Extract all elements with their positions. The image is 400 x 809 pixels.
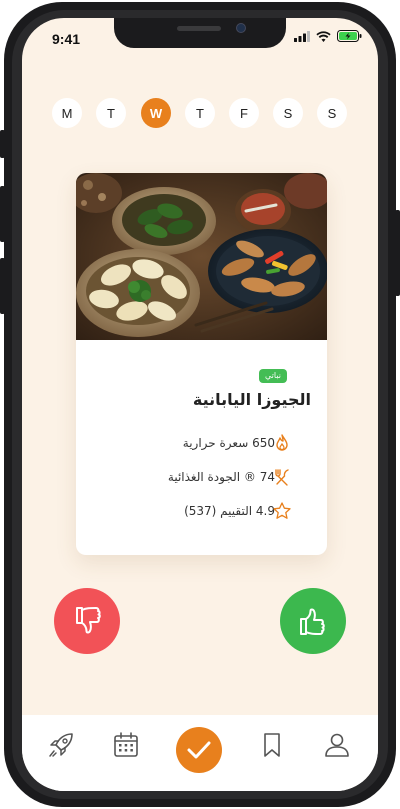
signal-icon <box>294 30 310 42</box>
tab-saved[interactable] <box>255 728 289 762</box>
notch <box>114 18 286 48</box>
check-icon <box>187 741 211 759</box>
flame-icon <box>276 434 288 451</box>
wifi-icon <box>316 30 331 42</box>
calories-text: 650 سعرة حرارية <box>182 436 275 450</box>
tab-bar <box>22 715 378 791</box>
tab-profile[interactable] <box>320 728 354 762</box>
dish-photo <box>76 173 327 340</box>
dislike-button[interactable] <box>54 588 120 654</box>
day-thursday[interactable]: T <box>185 98 215 128</box>
front-camera <box>236 23 246 33</box>
phone-mockup: 9:41 M T W T F S S نباتي الجيوزا اليابان… <box>0 0 400 809</box>
battery-icon <box>337 30 362 42</box>
rocket-icon <box>49 733 73 757</box>
speaker <box>177 26 221 31</box>
profile-icon <box>325 733 349 757</box>
day-saturday[interactable]: S <box>273 98 303 128</box>
day-friday[interactable]: F <box>229 98 259 128</box>
like-button[interactable] <box>280 588 346 654</box>
dish-title: الجيوزا اليابانية <box>192 390 311 409</box>
nutrition-score-text: 74 ® الجودة الغذائية <box>167 470 275 484</box>
day-monday[interactable]: M <box>52 98 82 128</box>
diet-tag: نباتي <box>259 369 287 383</box>
dish-card[interactable]: نباتي الجيوزا اليابانية 650 سعرة حرارية … <box>76 173 327 555</box>
day-tuesday[interactable]: T <box>96 98 126 128</box>
utensils-icon <box>275 469 289 486</box>
tab-calendar[interactable] <box>109 728 143 762</box>
day-wednesday[interactable]: W <box>141 98 171 128</box>
tab-today[interactable] <box>176 727 222 773</box>
star-icon <box>273 502 291 519</box>
week-day-selector: M T W T F S S <box>52 98 352 128</box>
thumbs-up-icon <box>300 608 325 635</box>
status-icons <box>294 30 362 42</box>
day-sunday[interactable]: S <box>317 98 347 128</box>
rating-text: 4.9 التقييم (537) <box>184 504 275 518</box>
app-screen: 9:41 M T W T F S S نباتي الجيوزا اليابان… <box>22 18 378 791</box>
thumbs-down-icon <box>76 607 101 634</box>
tab-discover[interactable] <box>44 728 78 762</box>
calendar-icon <box>114 732 138 757</box>
bookmark-icon <box>264 733 280 757</box>
status-time: 9:41 <box>52 31 81 47</box>
